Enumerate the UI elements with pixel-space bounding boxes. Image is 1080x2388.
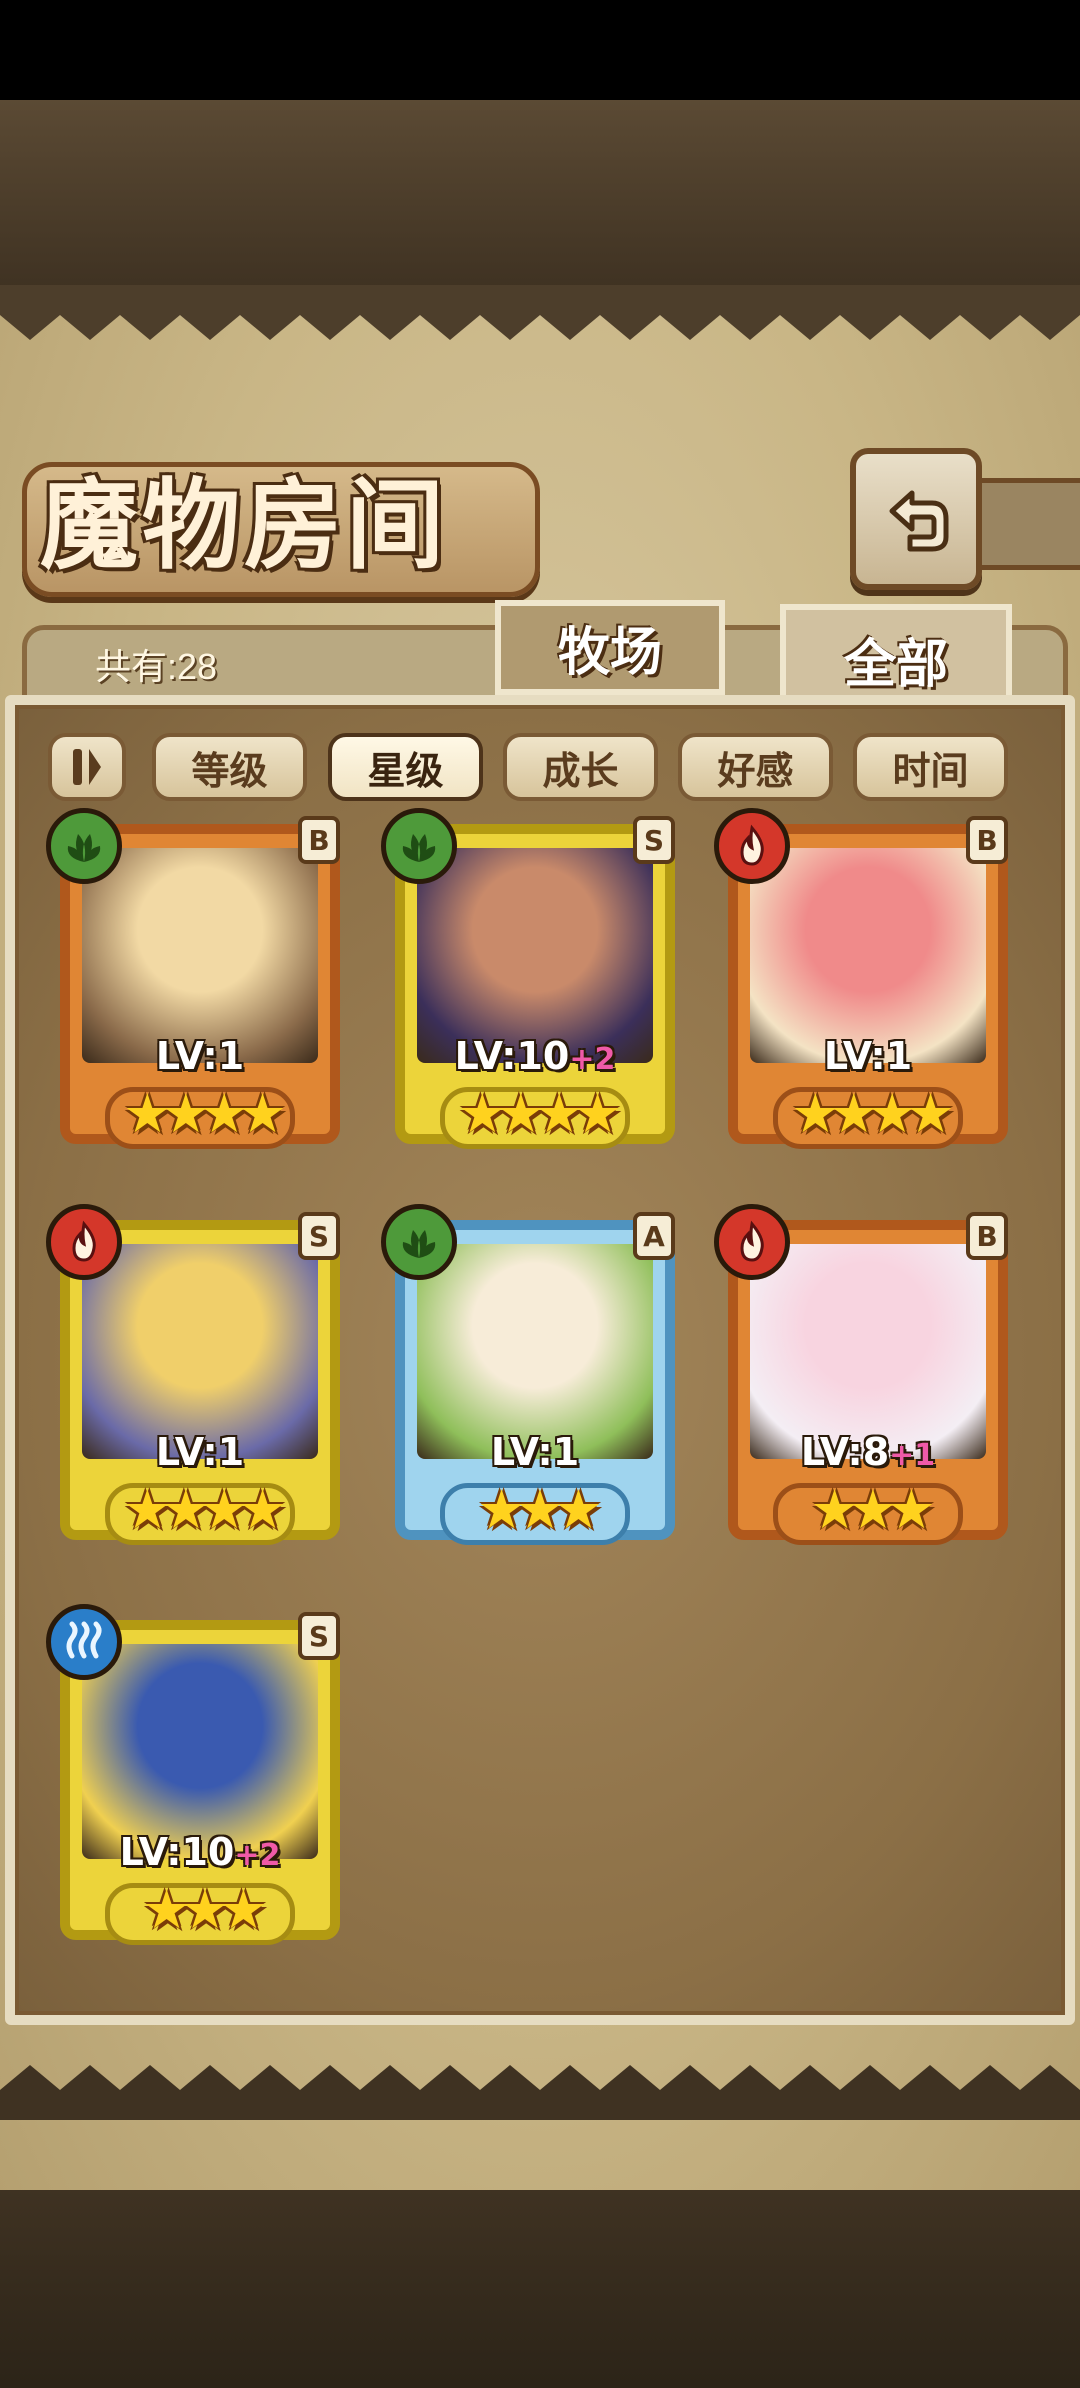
torn-edge-bottom [0,2065,1080,2120]
map-background-top [0,100,1080,290]
monster-card[interactable]: A LV:1 ★★★ [381,1204,685,1558]
water-element-icon [66,1621,102,1659]
grass-element-icon [67,834,101,862]
monster-portrait [417,1244,653,1459]
monster-portrait [82,1244,318,1459]
rank-badge: B [966,816,1008,864]
tab-pasture[interactable]: 牧场 [495,600,725,695]
star-rating: ★★★★ [123,1478,287,1541]
grass-element-icon [402,1230,436,1258]
monster-portrait [82,1644,318,1859]
element-badge [714,1204,790,1280]
level-value: LV:8 [800,1430,890,1474]
monster-room-screen: 魔物房间 共有:28 牧场 全部 等级 星级 成长 好感 时间 B LV:1 ★★★… [0,0,1080,2388]
sort-by-affection-button[interactable]: 好感 [678,733,833,801]
monster-portrait [750,1244,986,1459]
sort-order-button[interactable] [48,733,126,801]
element-badge [46,1204,122,1280]
status-bar [0,0,1080,100]
back-button[interactable] [850,448,982,590]
monster-portrait [82,848,318,1063]
fire-element-icon [740,1220,764,1262]
star-rating: ★★★★ [123,1082,287,1145]
level-bonus: +1 [889,1438,936,1473]
sort-by-growth-button[interactable]: 成长 [503,733,658,801]
level-bonus: +2 [234,1838,281,1873]
torn-edge-top [0,285,1080,340]
level-value: LV:1 [155,1034,245,1078]
rank-badge: S [298,1212,340,1260]
star-rating: ★★★ [142,1878,267,1941]
back-arrow-icon [889,490,949,552]
level-value: LV:1 [155,1430,245,1474]
page-title: 魔物房间 [40,468,449,583]
monster-card[interactable]: B LV:1 ★★★★ [46,808,350,1162]
sort-by-stars-button[interactable]: 星级 [328,733,483,801]
level-label: LV:10+2 [50,1830,350,1874]
monster-portrait [417,848,653,1063]
monster-card[interactable]: B LV:1 ★★★★ [714,808,1018,1162]
level-label: LV:1 [50,1430,350,1474]
monster-portrait [750,848,986,1063]
monster-card[interactable]: B LV:8+1 ★★★ [714,1204,1018,1558]
star-rating: ★★★★ [791,1082,955,1145]
back-button-rail [965,478,1080,570]
monster-card[interactable]: S LV:1 ★★★★ [46,1204,350,1558]
rank-badge: B [966,1212,1008,1260]
map-background-bottom [0,2190,1080,2388]
level-bonus: +2 [569,1042,616,1077]
star-rating: ★★★ [810,1478,935,1541]
level-label: LV:8+1 [718,1430,1018,1474]
sort-order-icon [73,749,101,785]
level-value: LV:1 [490,1430,580,1474]
element-badge [381,1204,457,1280]
element-badge [381,808,457,884]
fire-element-icon [72,1220,96,1262]
level-label: LV:1 [385,1430,685,1474]
sort-by-level-button[interactable]: 等级 [152,733,307,801]
level-label: LV:1 [50,1034,350,1078]
monster-card[interactable]: S LV:10+2 ★★★ [46,1604,350,1958]
star-rating: ★★★★ [458,1082,622,1145]
grass-element-icon [402,834,436,862]
element-badge [46,1604,122,1680]
level-value: LV:1 [823,1034,913,1078]
rank-badge: B [298,816,340,864]
rank-badge: A [633,1212,675,1260]
rank-badge: S [633,816,675,864]
sort-by-time-button[interactable]: 时间 [853,733,1008,801]
monster-count: 共有:28 [95,646,218,687]
level-label: LV:1 [718,1034,1018,1078]
monster-card[interactable]: S LV:10+2 ★★★★ [381,808,685,1162]
element-badge [714,808,790,884]
level-value: LV:10 [119,1830,235,1874]
rank-badge: S [298,1612,340,1660]
level-value: LV:10 [454,1034,570,1078]
star-rating: ★★★ [477,1478,602,1541]
fire-element-icon [740,824,764,866]
element-badge [46,808,122,884]
level-label: LV:10+2 [385,1034,685,1078]
